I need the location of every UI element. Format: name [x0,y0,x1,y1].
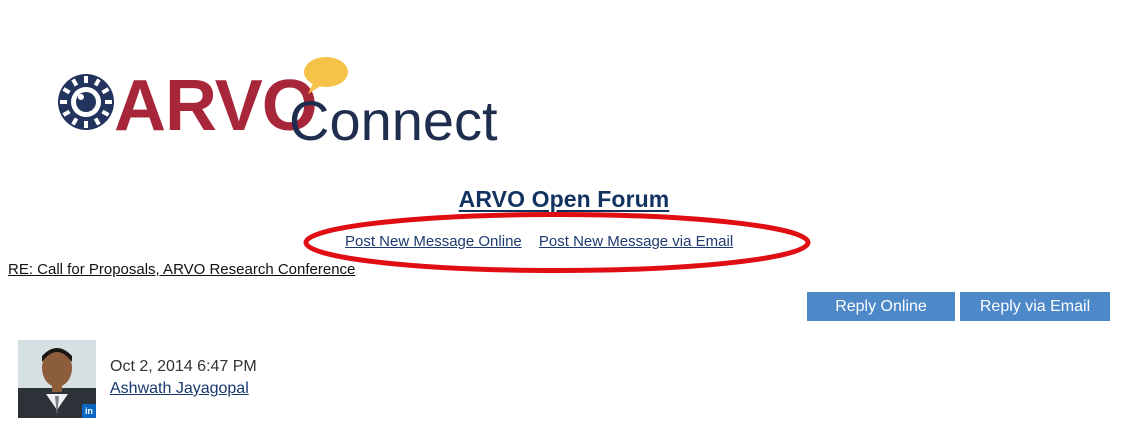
reply-via-email-button[interactable]: Reply via Email [960,292,1110,321]
arvo-connect-logo[interactable]: ARVO Connect [56,52,526,147]
thread-title-link[interactable]: RE: Call for Proposals, ARVO Research Co… [8,261,355,278]
logo-arvo-text: ARVO [114,66,317,146]
author-name-link[interactable]: Ashwath Jayagopal [110,380,249,398]
logo-connect-text: Connect [289,89,498,147]
post-timestamp: Oct 2, 2014 6:47 PM [110,358,257,375]
author-avatar[interactable]: in [18,340,96,418]
forum-title: ARVO Open Forum [0,186,1128,213]
post-links: Post New Message Online Post New Message… [345,233,746,250]
post-new-message-email-link[interactable]: Post New Message via Email [539,233,733,250]
reply-online-button[interactable]: Reply Online [807,292,955,321]
forum-title-link[interactable]: ARVO Open Forum [459,186,670,212]
arvo-eye-icon [58,74,114,130]
linkedin-icon[interactable]: in [82,404,96,418]
post-new-message-online-link[interactable]: Post New Message Online [345,233,522,250]
forum-page: ARVO Connect ARVO Open Forum Post New Me… [0,0,1128,424]
